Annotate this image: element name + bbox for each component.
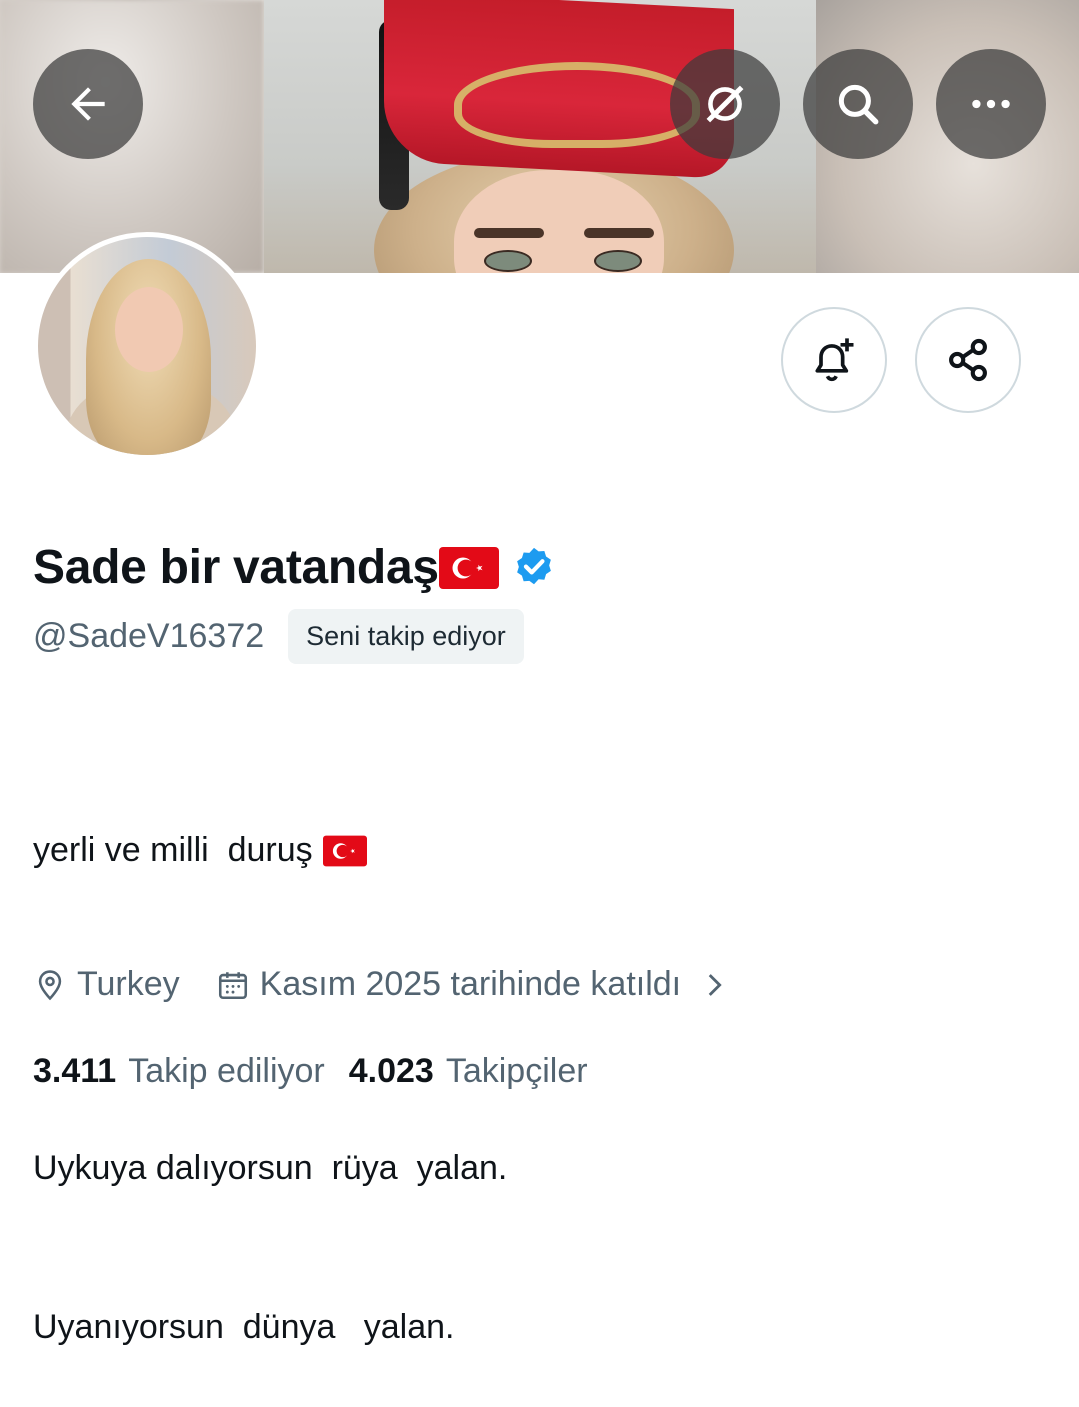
- handle: @SadeV16372: [33, 617, 265, 655]
- calendar-icon: [218, 971, 247, 999]
- more-horizontal-icon: [972, 99, 1010, 109]
- banner-eye-left: [484, 250, 532, 272]
- avatar-face: [115, 287, 183, 372]
- arrow-left-icon: [71, 87, 105, 121]
- follows-you-badge: Seni takip ediyor: [288, 609, 524, 664]
- banner-eye-right: [594, 250, 642, 272]
- follow-stats: 3.411 Takip ediliyor 4.023 Takipçiler: [33, 1052, 612, 1091]
- bio-line: Uykuya dalıyorsun rüya yalan.: [33, 1149, 508, 1187]
- search-icon: [838, 84, 879, 125]
- join-date-text: Kasım 2025 tarihinde katıldı: [259, 965, 682, 1003]
- handle-row: @SadeV16372 Seni takip ediyor: [33, 609, 524, 664]
- avatar-photo: [38, 237, 256, 455]
- bell-plus-icon: [815, 338, 854, 382]
- share-icon: [949, 338, 987, 382]
- following-label[interactable]: Takip ediliyor: [128, 1052, 325, 1091]
- banner-fez-embroidery: [454, 62, 700, 148]
- location-pin-icon: [38, 969, 62, 1000]
- name-row: Sade bir vatandaş: [33, 540, 557, 595]
- back-button[interactable]: [33, 49, 143, 159]
- join-date[interactable]: Kasım 2025 tarihinde katıldı: [216, 965, 731, 1004]
- turkey-flag-icon: [438, 546, 499, 589]
- bio-line: yerli ve milli duruş: [33, 824, 507, 877]
- location: Turkey: [33, 965, 180, 1004]
- notify-button[interactable]: [781, 307, 887, 413]
- share-button[interactable]: [915, 307, 1021, 413]
- location-text: Turkey: [77, 965, 180, 1003]
- banner-brow-right: [584, 228, 654, 238]
- followers-count[interactable]: 4.023: [349, 1052, 434, 1091]
- verified-badge-icon[interactable]: [511, 545, 557, 591]
- avatar[interactable]: [33, 232, 261, 460]
- more-button[interactable]: [936, 49, 1046, 159]
- search-button[interactable]: [803, 49, 913, 159]
- grok-button[interactable]: [670, 49, 780, 159]
- banner-brow-left: [474, 228, 544, 238]
- bio-line: Uyanıyorsun dünya yalan.: [33, 1308, 455, 1346]
- profile-meta: Turkey Kasım 2025 tarihinde katıldı: [33, 965, 767, 1004]
- display-name: Sade bir vatandaş: [33, 541, 439, 594]
- grok-icon: [706, 85, 744, 123]
- followers-label[interactable]: Takipçiler: [446, 1052, 588, 1091]
- bio-line-text: yerli ve milli duruş: [33, 831, 313, 869]
- following-count[interactable]: 3.411: [33, 1052, 116, 1091]
- turkey-flag-icon: [322, 835, 367, 866]
- chevron-right-icon: [708, 973, 722, 996]
